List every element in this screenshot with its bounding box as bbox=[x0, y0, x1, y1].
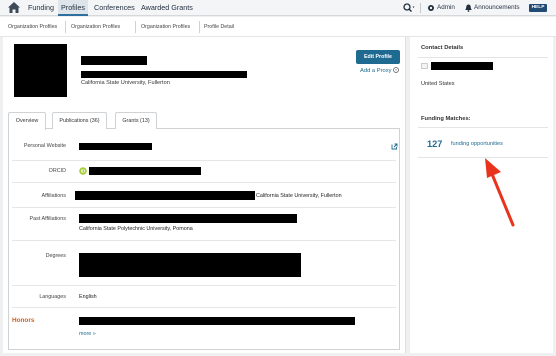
add-proxy-link[interactable]: Add a Proxy ? bbox=[360, 67, 400, 74]
breadcrumb-item[interactable]: Organization Profiles bbox=[141, 22, 190, 32]
admin-menu[interactable]: Admin bbox=[437, 0, 455, 16]
more-link[interactable]: more » bbox=[79, 331, 96, 337]
row-divider bbox=[12, 240, 396, 241]
redacted-contact bbox=[431, 62, 493, 70]
bell-icon bbox=[465, 4, 472, 12]
top-navbar: Funding Profiles Conferences Awarded Gra… bbox=[0, 0, 556, 16]
breadcrumb-item[interactable]: Organization Profiles bbox=[8, 22, 57, 32]
nav-tab-funding[interactable]: Funding bbox=[25, 0, 57, 16]
funding-opportunities-link[interactable]: funding opportunities bbox=[451, 141, 503, 147]
languages-label: Languages bbox=[39, 294, 66, 300]
row-divider bbox=[12, 182, 396, 183]
funding-match-count[interactable]: 127 bbox=[427, 139, 442, 149]
breadcrumb-item[interactable]: Organization Profiles bbox=[71, 22, 120, 32]
languages-value: English bbox=[79, 294, 97, 300]
sidebar-divider bbox=[418, 127, 548, 128]
external-link-icon[interactable] bbox=[391, 143, 398, 150]
sidebar-divider bbox=[418, 57, 548, 58]
orcid-label: ORCID bbox=[48, 168, 66, 174]
tab-publications[interactable]: Publications (36) bbox=[52, 112, 107, 129]
redacted-past-affiliation bbox=[79, 214, 297, 223]
redacted-name bbox=[81, 56, 147, 65]
tab-grants[interactable]: Grants (13) bbox=[115, 112, 157, 129]
add-proxy-label: Add a Proxy bbox=[360, 68, 392, 74]
past-affiliations-value: California State Polytechnic University,… bbox=[79, 226, 193, 232]
breadcrumb-current: Profile Detail bbox=[204, 24, 235, 30]
nav-tab-profiles[interactable]: Profiles bbox=[58, 0, 88, 16]
svg-text:iD: iD bbox=[81, 169, 86, 174]
home-icon[interactable] bbox=[8, 2, 20, 13]
past-affiliations-label: Past Affiliations bbox=[29, 216, 66, 222]
search-icon[interactable] bbox=[403, 3, 415, 13]
personal-website-label: Personal Website bbox=[23, 143, 66, 149]
breadcrumb-separator bbox=[65, 21, 66, 33]
tab-overview[interactable]: Overview bbox=[8, 112, 46, 130]
funding-matches-title: Funding Matches: bbox=[421, 116, 471, 122]
redacted-honors bbox=[79, 317, 355, 325]
contact-details-title: Contact Details bbox=[421, 45, 464, 51]
orcid-icon: iD bbox=[79, 167, 87, 175]
nav-divider bbox=[420, 3, 421, 13]
redacted-affiliation bbox=[75, 191, 255, 200]
help-circle-icon: ? bbox=[393, 67, 400, 73]
redacted-title bbox=[81, 71, 247, 78]
degrees-label: Degrees bbox=[45, 253, 66, 259]
row-divider bbox=[12, 285, 396, 286]
contact-country: United States bbox=[421, 81, 455, 87]
avatar bbox=[14, 44, 67, 97]
affiliations-value: California State University, Fullerton bbox=[256, 193, 342, 199]
row-divider bbox=[12, 160, 396, 161]
gear-icon bbox=[428, 5, 434, 11]
flag-icon bbox=[421, 63, 428, 69]
redacted-degrees bbox=[79, 253, 301, 277]
honors-label: Honors bbox=[12, 317, 35, 324]
profile-university: California State University, Fullerton bbox=[81, 80, 170, 86]
affiliations-label: Affiliations bbox=[41, 193, 66, 199]
breadcrumb: Organization Profiles Organization Profi… bbox=[0, 17, 556, 37]
nav-tab-conferences[interactable]: Conferences bbox=[91, 0, 138, 16]
row-divider bbox=[12, 207, 396, 208]
breadcrumb-separator bbox=[199, 21, 200, 33]
annotation-arrow-icon bbox=[485, 158, 515, 227]
breadcrumb-separator bbox=[135, 21, 136, 33]
row-divider bbox=[12, 307, 396, 308]
redacted-website bbox=[79, 143, 152, 150]
edit-profile-button[interactable]: Edit Profile bbox=[356, 50, 400, 64]
announcements-menu[interactable]: Announcements bbox=[474, 0, 520, 16]
nav-tab-awarded-grants[interactable]: Awarded Grants bbox=[138, 0, 196, 16]
redacted-orcid bbox=[89, 167, 201, 175]
help-button[interactable]: HELP bbox=[529, 4, 547, 12]
